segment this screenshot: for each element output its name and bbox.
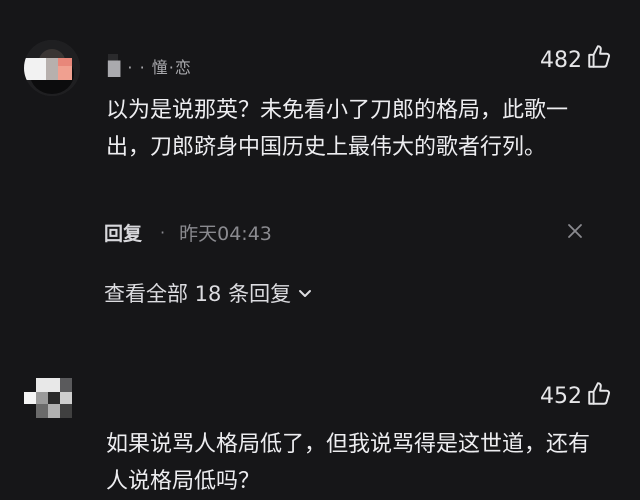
username[interactable]: ▇ · · 憧·恋	[108, 54, 192, 77]
thumbs-up-icon[interactable]	[586, 381, 612, 407]
comment-text: 如果说骂人格局低了，但我说骂得是这世道，还有人说格局低吗？	[106, 432, 591, 494]
comment-item: 452 如果说骂人格局低了，但我说骂得是这世道，还有人说格局低吗？	[0, 330, 640, 494]
like-count: 482	[540, 48, 582, 73]
view-replies-label: 查看全部 18 条回复	[104, 282, 292, 306]
chevron-down-icon	[299, 290, 312, 297]
reply-button[interactable]: 回复	[104, 219, 142, 246]
avatar[interactable]	[24, 40, 80, 96]
timestamp: 昨天04:43	[179, 222, 272, 245]
like-count: 452	[540, 384, 582, 409]
close-icon[interactable]	[566, 222, 584, 240]
thumbs-up-icon[interactable]	[586, 44, 612, 70]
avatar[interactable]	[22, 372, 74, 424]
comment-text: 以为是说那英？未免看小了刀郎的格局，此歌一出，刀郎跻身中国历史上最伟大的歌者行列…	[106, 98, 569, 160]
view-replies-link[interactable]: 查看全部 18 条回复	[104, 278, 313, 308]
comment-meta: 回复 · 昨天04:43	[104, 218, 272, 246]
comment-item: ▇ · · 憧·恋 482 以为是说那英？未免看小了刀郎的格局，此歌一出，刀郎跻…	[0, 0, 640, 330]
separator-dot: ·	[160, 222, 166, 242]
